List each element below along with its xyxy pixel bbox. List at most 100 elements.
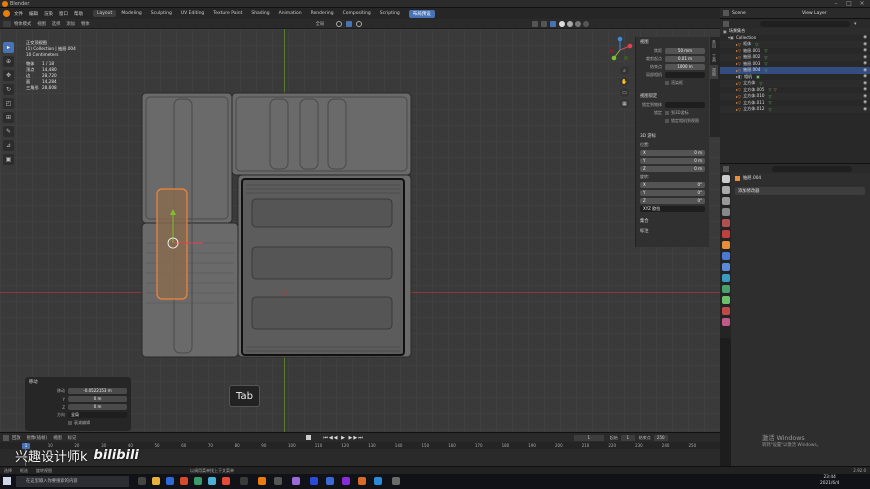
menu-playback[interactable]: 回放 <box>12 435 21 441</box>
rotation-mode-dropdown[interactable]: XYZ 欧拉 <box>640 206 705 212</box>
outliner-item[interactable]: ▸▽ 立方体.012 ▽ ◉ <box>720 106 870 113</box>
menu-timeline-view[interactable]: 视图 <box>53 435 62 441</box>
mode-dropdown[interactable]: 物体模式 <box>14 21 31 27</box>
app-icon-2[interactable] <box>194 477 202 485</box>
clip-end-field[interactable]: 1000 m <box>665 64 705 70</box>
orientation-dropdown[interactable]: 全局 <box>68 412 127 418</box>
move-y-field[interactable]: 0 m <box>68 396 127 402</box>
gizmo-toggle-icon[interactable] <box>541 20 548 27</box>
move-tool-icon[interactable]: ✥ <box>3 70 14 81</box>
scale-tool-icon[interactable]: ◰ <box>3 98 14 109</box>
annotations-header[interactable]: 标注 <box>636 226 709 236</box>
lock-camera-checkbox[interactable] <box>665 119 669 123</box>
app-icon-7[interactable] <box>326 477 334 485</box>
proportional-edit-icon[interactable] <box>356 20 363 27</box>
texture-tab-icon[interactable] <box>721 318 730 326</box>
end-frame-field[interactable]: 250 <box>653 434 668 441</box>
current-frame-field[interactable]: 1 <box>573 434 604 441</box>
scene-icon[interactable] <box>723 10 729 16</box>
select-tool-icon[interactable]: ▸ <box>3 42 14 53</box>
measure-tool-icon[interactable]: ⊿ <box>3 140 14 151</box>
physics-tab-icon[interactable] <box>721 274 730 282</box>
pan-icon[interactable]: ✋ <box>620 77 629 86</box>
snap-icon[interactable] <box>346 20 353 27</box>
clip-start-field[interactable]: 0.01 m <box>665 56 705 62</box>
edge-icon[interactable] <box>166 477 174 485</box>
tab-item[interactable]: 条目 <box>710 37 718 51</box>
timeline-type-icon[interactable] <box>3 434 9 441</box>
xray-toggle-icon[interactable] <box>550 20 557 27</box>
app-icon-9[interactable] <box>392 477 400 485</box>
app-icon-4[interactable] <box>240 477 248 485</box>
navigation-gizmo[interactable] <box>606 36 634 64</box>
cursor-x-field[interactable]: X0 m <box>640 150 705 156</box>
tab-sculpting[interactable]: Sculpting <box>147 10 176 17</box>
cabinet-model[interactable] <box>0 29 720 432</box>
premiere-icon[interactable] <box>342 477 350 485</box>
transform-orientation-dropdown[interactable]: 全局 <box>316 21 325 27</box>
material-tab-icon[interactable] <box>721 307 730 315</box>
operator-title[interactable]: 移动 <box>25 377 131 387</box>
collections-header[interactable]: 集合 <box>636 216 709 226</box>
start-frame-field[interactable]: 1 <box>620 434 635 441</box>
proportional-checkbox[interactable] <box>68 421 72 425</box>
tab-modeling[interactable]: Modeling <box>117 10 145 17</box>
minimize-icon[interactable]: – <box>830 0 842 7</box>
blender-taskbar-icon[interactable] <box>258 477 266 485</box>
cursor-rot-z-field[interactable]: Z 0° <box>640 198 705 204</box>
app-icon-5[interactable] <box>274 477 282 485</box>
shading-wireframe-icon[interactable] <box>559 20 566 27</box>
file-explorer-icon[interactable] <box>152 477 160 485</box>
properties-search-input[interactable] <box>772 165 852 172</box>
cursor-y-field[interactable]: Y0 m <box>640 158 705 164</box>
record-icon[interactable] <box>306 435 312 440</box>
3d-viewport[interactable] <box>0 29 720 432</box>
menu-edit[interactable]: 编辑 <box>29 11 38 17</box>
tab-view[interactable]: 视图 <box>710 65 718 79</box>
app-icon-8[interactable] <box>374 477 382 485</box>
move-z-field[interactable]: 0 m <box>68 404 127 410</box>
add-cube-tool-icon[interactable]: ▣ <box>3 154 14 165</box>
photoshop-icon[interactable] <box>310 477 318 485</box>
move-x-field[interactable]: -0.0522153 m <box>68 388 127 394</box>
focal-length-field[interactable]: 50 mm <box>665 48 705 54</box>
menu-object[interactable]: 物体 <box>81 21 90 27</box>
add-modifier-dropdown[interactable]: 添加修改器 <box>735 187 865 195</box>
menu-view[interactable]: 视图 <box>37 21 46 27</box>
ortho-toggle-icon[interactable]: ▦ <box>620 99 629 108</box>
taskbar-search-input[interactable]: 在这里输入你要搜索的内容 <box>16 476 129 487</box>
app-icon-3[interactable] <box>208 477 216 485</box>
outliner-search-input[interactable] <box>760 20 850 27</box>
scene-selector[interactable]: Scene <box>732 11 792 16</box>
cursor-z-field[interactable]: Z0 m <box>640 166 705 172</box>
lock-object-field[interactable] <box>665 102 705 108</box>
output-tab-icon[interactable] <box>721 197 730 205</box>
view-layer-selector[interactable]: View Layer <box>802 11 827 16</box>
shading-rendered-icon[interactable] <box>583 20 590 27</box>
view-lock-header[interactable]: 视图锁定 <box>636 91 709 101</box>
scene-tab-icon[interactable] <box>721 219 730 227</box>
cursor-section-header[interactable]: 3D 游标 <box>636 131 709 141</box>
illustrator-icon[interactable] <box>358 477 366 485</box>
tool-tab-icon[interactable] <box>721 175 730 183</box>
menu-help[interactable]: 帮助 <box>74 11 83 17</box>
properties-type-icon[interactable] <box>723 165 729 172</box>
blender-menu-icon[interactable] <box>3 10 10 17</box>
visibility-icon[interactable] <box>532 20 539 27</box>
windows-start-icon[interactable] <box>3 477 11 485</box>
tab-texture-paint[interactable]: Texture Paint <box>209 10 246 17</box>
tab-rendering[interactable]: Rendering <box>307 10 338 17</box>
filter-icon[interactable]: ▾ <box>854 21 857 27</box>
maximize-icon[interactable]: □ <box>843 0 855 7</box>
data-tab-icon[interactable] <box>721 296 730 304</box>
shading-solid-icon[interactable] <box>567 20 574 27</box>
local-camera-field[interactable] <box>665 72 705 78</box>
tab-tool[interactable]: 工具 <box>710 51 718 65</box>
render-tab-icon[interactable] <box>721 186 730 194</box>
taskbar-clock[interactable]: 23:44 2021/6/4 <box>820 475 839 487</box>
cursor-tool-icon[interactable]: ⊕ <box>3 56 14 67</box>
menu-select[interactable]: 选择 <box>52 21 61 27</box>
pivot-icon[interactable] <box>336 20 343 27</box>
particles-tab-icon[interactable] <box>721 263 730 271</box>
chrome-icon[interactable] <box>222 477 230 485</box>
